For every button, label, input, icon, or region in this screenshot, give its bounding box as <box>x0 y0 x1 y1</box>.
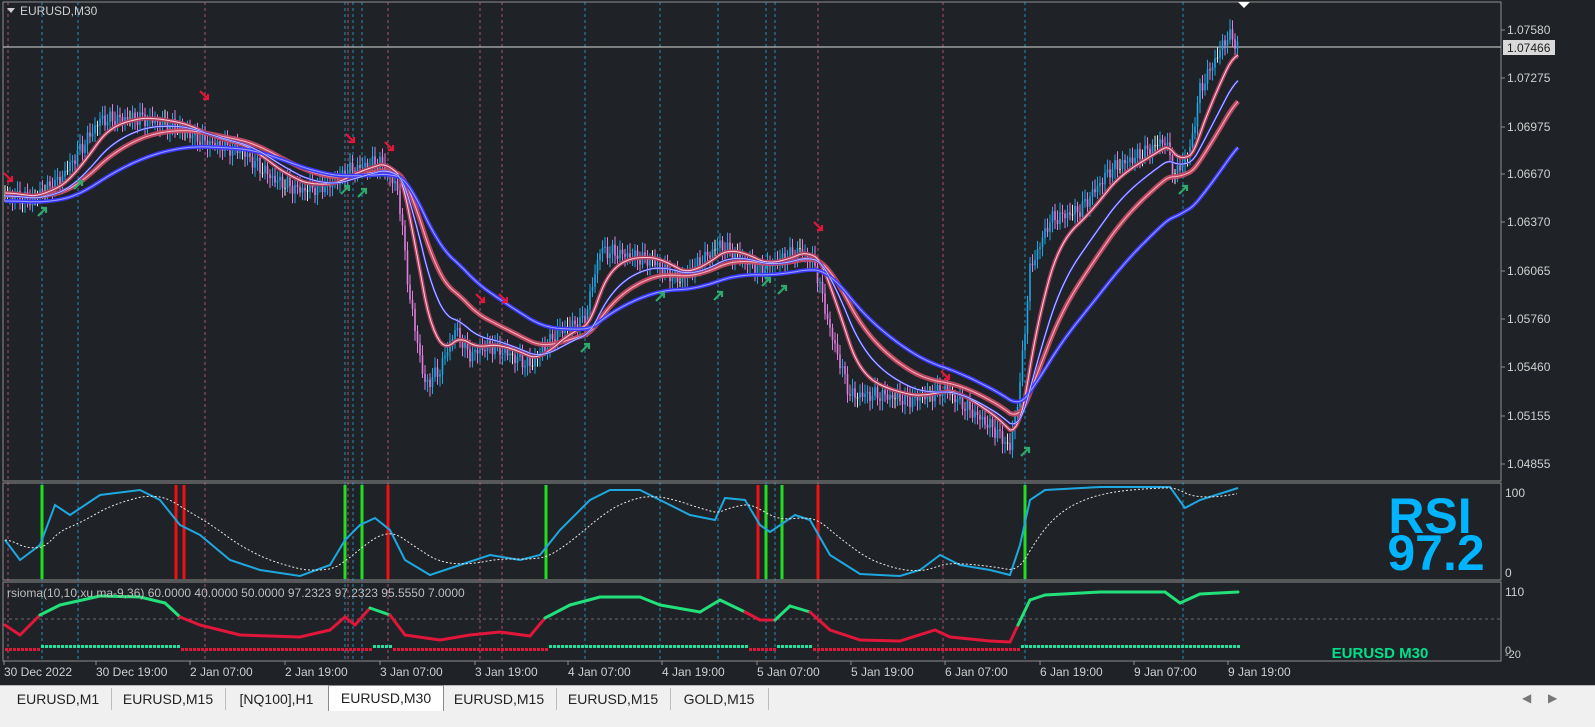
time-tick: 2 Jan 07:00 <box>190 665 253 679</box>
chart-tab[interactable]: EURUSD,M15 <box>111 688 226 710</box>
price-tick: 1.06975 <box>1507 120 1551 134</box>
price-tick: 1.07580 <box>1507 23 1551 37</box>
chart-tab[interactable]: EURUSD,M15 <box>556 688 671 710</box>
price-tick: 1.06065 <box>1507 264 1551 278</box>
time-tick: 4 Jan 07:00 <box>568 665 631 679</box>
price-tick: 1.05460 <box>1507 360 1551 374</box>
rsioma-scale-top: 110 <box>1505 585 1524 599</box>
chart-tab[interactable]: [NQ100],H1 <box>225 688 329 710</box>
time-tick: 3 Jan 07:00 <box>380 665 443 679</box>
chevron-left-icon[interactable]: ◀ <box>1522 691 1531 705</box>
time-tick: 6 Jan 19:00 <box>1040 665 1103 679</box>
chevron-right-icon[interactable]: ▶ <box>1548 691 1557 705</box>
chart-title: EURUSD,M30 <box>20 4 98 18</box>
time-tick: 3 Jan 19:00 <box>475 665 538 679</box>
time-tick: 4 Jan 19:00 <box>662 665 725 679</box>
rsi-big-value: 97.2 <box>1387 525 1484 581</box>
rsi-scale-top: 100 <box>1505 486 1525 500</box>
chart-tab[interactable]: GOLD,M15 <box>670 688 769 710</box>
main-price-panel[interactable] <box>2 1 1502 482</box>
time-tick: 2 Jan 19:00 <box>285 665 348 679</box>
price-tick: 1.06670 <box>1507 167 1551 181</box>
time-tick: 5 Jan 07:00 <box>757 665 820 679</box>
price-tick: 1.07275 <box>1507 71 1551 85</box>
chart-tab[interactable]: EURUSD,M30 <box>328 685 444 711</box>
symbol-timeframe-label: EURUSD M30 <box>1332 645 1429 662</box>
chart-canvas[interactable]: 1.07580 1.07275 1.06975 1.06670 1.06370 1.060… <box>0 0 1595 685</box>
chart-tab-bar: EURUSD,M1 EURUSD,M15 [NQ100],H1 EURUSD,M30 E… <box>0 685 1595 716</box>
chart-tab[interactable]: EURUSD,M1 <box>5 688 112 710</box>
price-tick: 1.06370 <box>1507 215 1551 229</box>
time-tick: 5 Jan 19:00 <box>851 665 914 679</box>
rsi-panel[interactable] <box>2 482 1502 581</box>
time-axis: 30 Dec 2022 30 Dec 19:00 2 Jan 07:00 2 Jan … <box>3 661 1291 679</box>
price-tick: 1.04855 <box>1507 457 1551 471</box>
status-strip <box>0 715 1595 727</box>
chart-tab[interactable]: EURUSD,M15 <box>442 688 557 710</box>
time-tick: 30 Dec 2022 <box>4 665 72 679</box>
current-price-label: 1.07466 <box>1507 41 1551 55</box>
rsioma-indicator-text: rsioma(10,10,xu ma-9,36) 60.0000 40.0000… <box>7 586 465 600</box>
time-tick: 9 Jan 07:00 <box>1134 665 1197 679</box>
time-tick: 30 Dec 19:00 <box>96 665 168 679</box>
time-tick: 6 Jan 07:00 <box>945 665 1008 679</box>
price-tick: 1.05155 <box>1507 409 1551 423</box>
rsioma-scale-bottom: -20 <box>1505 649 1521 661</box>
time-tick: 9 Jan 19:00 <box>1228 665 1291 679</box>
rsi-scale-bottom: 0 <box>1505 566 1512 580</box>
price-axis: 1.07580 1.07275 1.06975 1.06670 1.06370 1.060… <box>1501 23 1551 471</box>
price-tick: 1.05760 <box>1507 312 1551 326</box>
